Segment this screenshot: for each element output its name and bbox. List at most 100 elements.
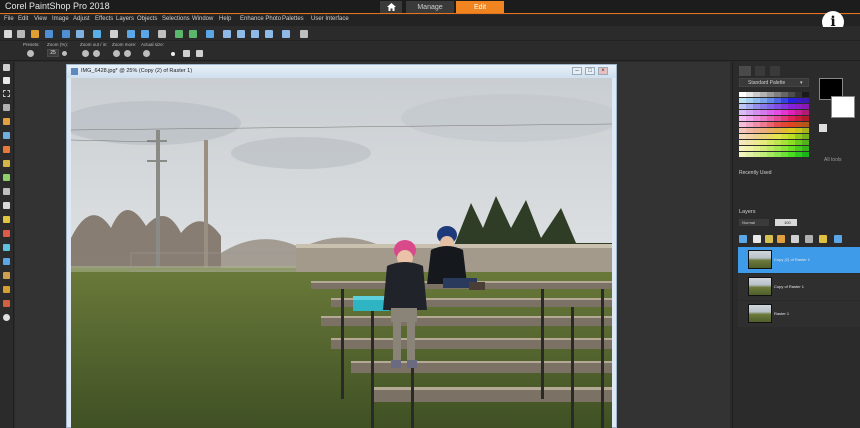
color-swatch[interactable] <box>802 128 809 133</box>
add-tool-icon[interactable] <box>3 314 10 321</box>
color-swatch[interactable] <box>795 104 802 109</box>
materials-tab-icon[interactable] <box>739 66 751 76</box>
new-icon[interactable] <box>4 30 12 38</box>
color-swatch[interactable] <box>767 92 774 97</box>
blend-mode-select[interactable]: Normal <box>739 219 769 226</box>
color-swatch[interactable] <box>767 122 774 127</box>
color-swatch[interactable] <box>746 152 753 157</box>
color-swatch[interactable] <box>795 98 802 103</box>
color-swatch[interactable] <box>753 122 760 127</box>
warp-tool-icon[interactable] <box>3 300 10 307</box>
shape-tool-icon[interactable] <box>3 258 10 265</box>
menu-layers[interactable]: Layers <box>116 16 134 22</box>
color-swatch[interactable] <box>746 140 753 145</box>
color-swatch[interactable] <box>788 116 795 121</box>
zoom-more-out-button[interactable] <box>113 50 120 57</box>
color-swatch[interactable] <box>767 104 774 109</box>
tab-manage[interactable]: Manage <box>406 1 454 13</box>
color-swatch[interactable] <box>760 116 767 121</box>
color-swatch[interactable] <box>781 122 788 127</box>
undo-icon[interactable] <box>127 30 135 38</box>
color-swatch[interactable] <box>746 134 753 139</box>
color-swatch[interactable] <box>788 146 795 151</box>
color-swatch[interactable] <box>739 116 746 121</box>
color-swatch[interactable] <box>739 98 746 103</box>
zoom-percent-input[interactable]: 25 <box>47 49 59 57</box>
color-swatch[interactable] <box>753 104 760 109</box>
red-eye-tool-icon[interactable] <box>3 146 10 153</box>
zoom-in-icon[interactable] <box>251 30 259 38</box>
menu-user-interface[interactable]: User Interface <box>311 16 349 22</box>
menu-adjust[interactable]: Adjust <box>73 16 90 22</box>
background-color-swatch[interactable] <box>831 96 855 118</box>
print-icon[interactable] <box>110 30 118 38</box>
menu-enhance-photo[interactable]: Enhance Photo <box>240 16 281 22</box>
color-swatch[interactable] <box>753 140 760 145</box>
save-as-icon[interactable] <box>62 30 70 38</box>
color-swatch[interactable] <box>774 128 781 133</box>
menu-effects[interactable]: Effects <box>95 16 113 22</box>
color-swatch[interactable] <box>739 104 746 109</box>
color-swatch[interactable] <box>802 134 809 139</box>
new-group-icon[interactable] <box>791 235 799 243</box>
crop-icon[interactable] <box>158 30 166 38</box>
color-swatch[interactable] <box>774 134 781 139</box>
color-swatch[interactable] <box>788 92 795 97</box>
close-button[interactable]: × <box>598 67 608 75</box>
maximize-button[interactable]: □ <box>585 67 595 75</box>
color-swatch[interactable] <box>767 140 774 145</box>
screen-icon[interactable] <box>282 30 290 38</box>
color-swatch[interactable] <box>795 152 802 157</box>
color-swatch[interactable] <box>802 104 809 109</box>
new-adjustment-layer-icon[interactable] <box>777 235 785 243</box>
color-swatch[interactable] <box>781 98 788 103</box>
straighten-tool-icon[interactable] <box>3 132 10 139</box>
color-swatch[interactable] <box>774 104 781 109</box>
color-swatch[interactable] <box>788 128 795 133</box>
color-swatch[interactable] <box>767 134 774 139</box>
color-swatch[interactable] <box>753 152 760 157</box>
color-swatch[interactable] <box>739 134 746 139</box>
color-swatch[interactable] <box>802 122 809 127</box>
save-copy-icon[interactable] <box>76 30 84 38</box>
color-swatch[interactable] <box>767 110 774 115</box>
color-swatch[interactable] <box>774 98 781 103</box>
zoom-out-button[interactable] <box>82 50 89 57</box>
color-swatch[interactable] <box>753 116 760 121</box>
document-title-bar[interactable]: IMG_6428.jpg* @ 25% (Copy (2) of Raster … <box>67 65 616 78</box>
fit-window-icon[interactable] <box>223 30 231 38</box>
color-swatch[interactable] <box>760 98 767 103</box>
pick-tool-icon[interactable] <box>3 77 10 84</box>
color-swatch[interactable] <box>746 116 753 121</box>
color-swatch[interactable] <box>788 110 795 115</box>
color-swatch[interactable] <box>760 104 767 109</box>
color-swatch[interactable] <box>739 140 746 145</box>
color-swatch[interactable] <box>760 128 767 133</box>
color-swatch[interactable] <box>781 146 788 151</box>
color-swatch[interactable] <box>767 98 774 103</box>
color-swatch[interactable] <box>746 122 753 127</box>
zoom-in-button[interactable] <box>93 50 100 57</box>
share-icon[interactable] <box>93 30 101 38</box>
color-swatch[interactable] <box>802 152 809 157</box>
color-swatch[interactable] <box>753 110 760 115</box>
color-swatch[interactable] <box>760 92 767 97</box>
menu-image[interactable]: Image <box>52 16 69 22</box>
selection-tool-icon[interactable] <box>3 90 10 97</box>
menu-view[interactable]: View <box>34 16 47 22</box>
color-swatch[interactable] <box>788 152 795 157</box>
color-swatch[interactable] <box>767 152 774 157</box>
color-swatch[interactable] <box>802 98 809 103</box>
color-swatch[interactable] <box>739 152 746 157</box>
color-swatch[interactable] <box>767 128 774 133</box>
color-swatch[interactable] <box>739 110 746 115</box>
color-swatch[interactable] <box>760 140 767 145</box>
menu-objects[interactable]: Objects <box>137 16 157 22</box>
color-swatch[interactable] <box>760 134 767 139</box>
color-swatch[interactable] <box>795 122 802 127</box>
color-swatch[interactable] <box>788 98 795 103</box>
color-swatch[interactable] <box>746 98 753 103</box>
link-layers-icon[interactable] <box>805 235 813 243</box>
color-swatch[interactable] <box>795 146 802 151</box>
delete-layer-icon[interactable] <box>834 235 842 243</box>
